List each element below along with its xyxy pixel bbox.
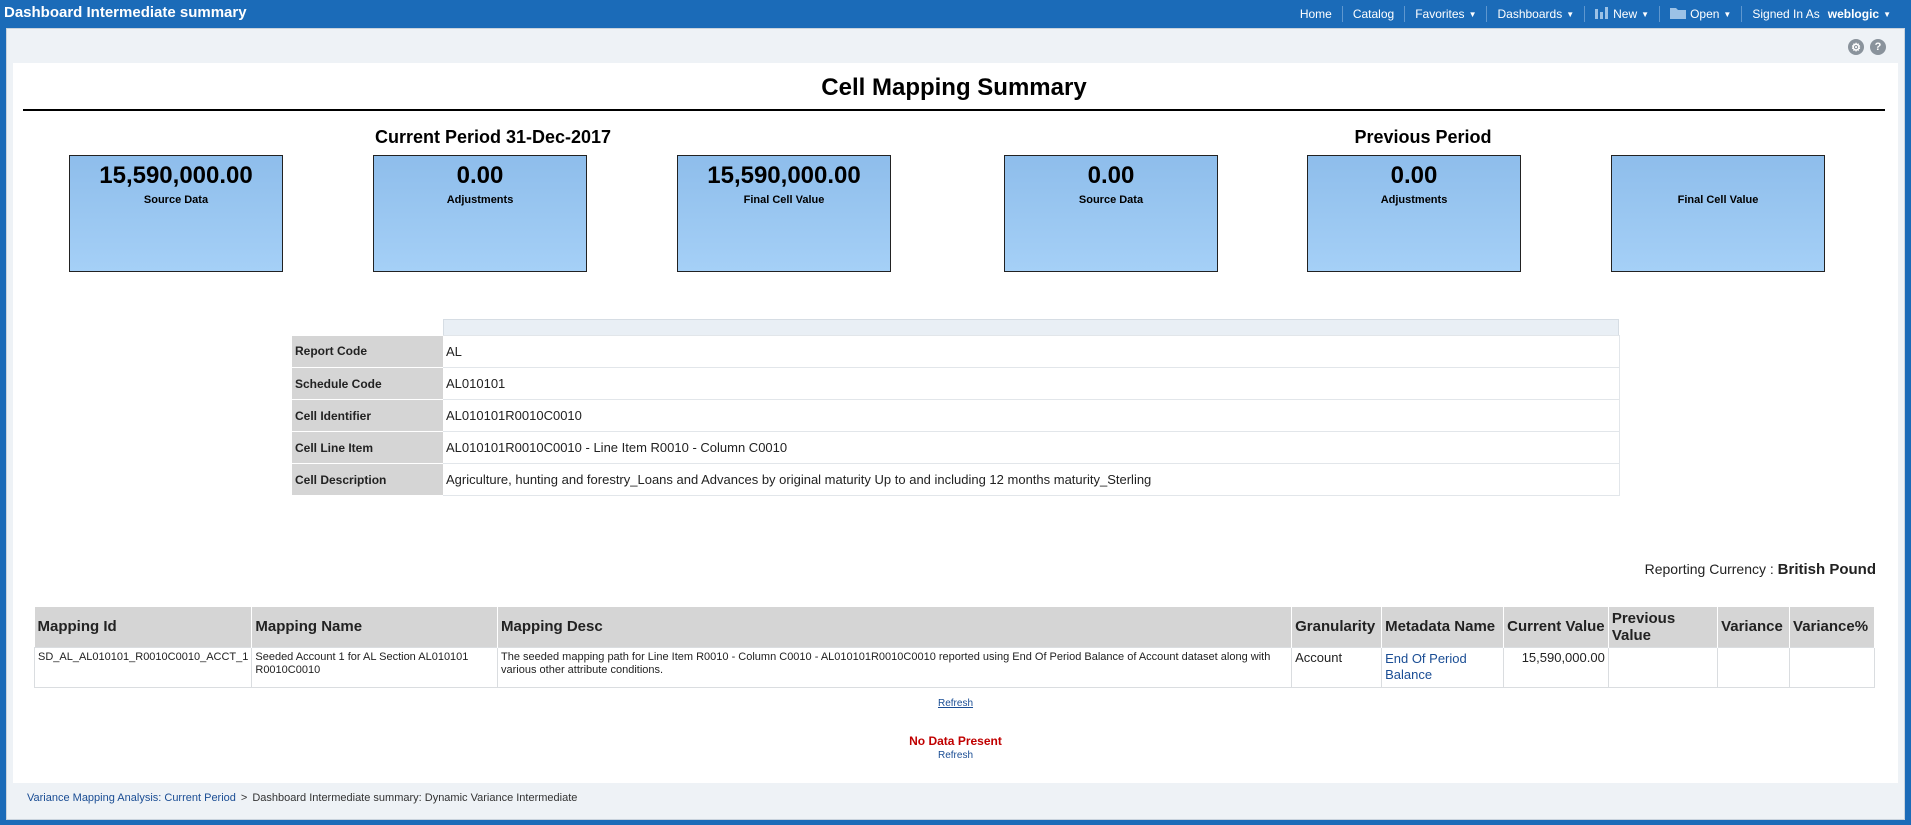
kpi-label: Adjustments [446,194,514,206]
chevron-down-icon: ▼ [1883,9,1891,19]
detail-value: AL010101R0010C0010 - Line Item R0010 - C… [443,431,1620,464]
kpi-value: 15,590,000.00 [707,162,861,189]
page-utility-icons: ⚙ ? [1848,39,1886,55]
column-header-mapping-desc[interactable]: Mapping Desc [497,607,1293,647]
nav-dashboards-label: Dashboards [1497,7,1563,21]
no-data-refresh-link[interactable]: Refresh [938,750,973,761]
detail-value: AL010101 [443,367,1620,400]
kpi-label: Final Cell Value [743,194,825,206]
dashboard-frame: ⚙ ? Cell Mapping Summary Current Period … [6,28,1905,820]
nav-open-menu[interactable]: Open ▼ [1659,6,1741,22]
top-header-bar: Dashboard Intermediate summary Home Cata… [0,0,1911,28]
kpi-label: Source Data [1078,194,1144,206]
detail-row-cell-line-item: Cell Line Item AL010101R0010C0010 - Line… [292,431,1620,464]
reporting-currency-value: British Pound [1777,561,1876,578]
kpi-current-final-cell-value: 15,590,000.00 Final Cell Value [677,155,891,272]
nav-catalog-label: Catalog [1352,7,1395,21]
cell-variance-pct [1789,646,1875,688]
page-title: Cell Mapping Summary [23,63,1885,111]
kpi-current-adjustments: 0.00 Adjustments [373,155,587,272]
nav-catalog-link[interactable]: Catalog [1341,6,1404,22]
signed-in-as-label: Signed In As [1752,7,1820,21]
detail-value: AL [443,335,1620,368]
column-header-metadata-name[interactable]: Metadata Name [1381,607,1505,647]
kpi-value: 15,590,000.00 [99,162,253,189]
detail-label: Schedule Code [292,367,443,400]
folder-icon [1670,7,1687,22]
help-icon[interactable]: ? [1870,39,1886,55]
detail-label: Cell Description [292,463,443,496]
mapping-table: Mapping Id Mapping Name Mapping Desc Gra… [33,607,1875,688]
gear-icon[interactable]: ⚙ [1848,39,1864,55]
nav-favorites-label: Favorites [1415,7,1465,21]
dashboard-content: Cell Mapping Summary Current Period 31-D… [13,63,1898,783]
detail-label: Cell Line Item [292,431,443,464]
app-title: Dashboard Intermediate summary [4,4,247,21]
cell-mapping-id: SD_AL_AL010101_R0010C0010_ACCT_1 [33,646,253,688]
kpi-previous-adjustments: 0.00 Adjustments [1307,155,1521,272]
kpi-value [1612,162,1824,192]
nav-new-menu[interactable]: New ▼ [1584,6,1659,22]
cell-mapping-desc: The seeded mapping path for Line Item R0… [497,646,1293,688]
current-period-title: Current Period 31-Dec-2017 [374,127,612,147]
no-data-message: No Data Present [909,734,1002,748]
kpi-previous-source-data: 0.00 Source Data [1004,155,1218,272]
previous-period-title: Previous Period [1354,127,1492,147]
breadcrumb: Variance Mapping Analysis: Current Perio… [27,792,577,804]
table-row: SD_AL_AL010101_R0010C0010_ACCT_1 Seeded … [33,646,1875,688]
kpi-previous-final-cell-value: Final Cell Value [1611,155,1825,272]
bar-chart-icon [1595,6,1609,22]
detail-row-report-code: Report Code AL [292,335,1620,368]
column-header-current-value[interactable]: Current Value [1503,607,1609,647]
nav-open-label: Open [1690,7,1720,21]
chevron-down-icon: ▼ [1641,9,1650,19]
mapping-header-row: Mapping Id Mapping Name Mapping Desc Gra… [34,607,1875,647]
kpi-label: Adjustments [1380,194,1448,206]
detail-value: Agriculture, hunting and forestry_Loans … [443,463,1620,496]
cell-current-value: 15,590,000.00 [1503,646,1609,688]
reporting-currency-label: Reporting Currency : [1644,561,1774,577]
column-header-previous-value[interactable]: Previous Value [1608,607,1719,647]
nav-new-label: New [1613,7,1638,21]
kpi-value: 0.00 [456,162,504,189]
cell-variance [1717,646,1791,688]
detail-label: Report Code [292,335,443,368]
nav-home-link[interactable]: Home [1290,6,1342,22]
breadcrumb-current: Dashboard Intermediate summary: Dynamic … [252,792,578,804]
cell-mapping-name: Seeded Account 1 for AL Section AL010101… [251,646,499,688]
breadcrumb-link[interactable]: Variance Mapping Analysis: Current Perio… [27,792,236,804]
detail-row-cell-description: Cell Description Agriculture, hunting an… [292,463,1620,496]
kpi-label: Source Data [143,194,209,206]
breadcrumb-separator: > [240,792,248,804]
column-header-variance-pct[interactable]: Variance% [1789,607,1875,647]
mapping-refresh-link[interactable]: Refresh [938,698,973,709]
cell-previous-value [1607,646,1719,688]
detail-table-header [443,319,1619,335]
nav-home-label: Home [1299,7,1332,21]
nav-favorites-menu[interactable]: Favorites ▼ [1404,6,1486,22]
column-header-mapping-name[interactable]: Mapping Name [251,607,499,647]
nav-dashboards-menu[interactable]: Dashboards ▼ [1486,6,1584,22]
kpi-current-source-data: 15,590,000.00 Source Data [69,155,283,272]
detail-label: Cell Identifier [292,399,443,432]
column-header-mapping-id[interactable]: Mapping Id [34,607,253,647]
chevron-down-icon: ▼ [1723,9,1732,19]
username: weblogic [1827,7,1880,21]
cell-metadata-name-link[interactable]: End Of Period Balance [1381,646,1505,688]
detail-row-schedule-code: Schedule Code AL010101 [292,367,1620,400]
top-navigation: Home Catalog Favorites ▼ Dashboards ▼ Ne… [1290,0,1901,28]
signed-in-user-menu[interactable]: Signed In As weblogic ▼ [1741,6,1901,22]
detail-value: AL010101R0010C0010 [443,399,1620,432]
chevron-down-icon: ▼ [1566,9,1575,19]
chevron-down-icon: ▼ [1468,9,1477,19]
detail-row-cell-identifier: Cell Identifier AL010101R0010C0010 [292,399,1620,432]
kpi-value: 0.00 [1390,162,1438,189]
cell-detail-table: Report Code AL Schedule Code AL010101 Ce… [292,335,1620,496]
reporting-currency: Reporting Currency : British Pound [1645,561,1876,578]
cell-granularity: Account [1291,646,1383,688]
kpi-label: Final Cell Value [1677,194,1759,206]
kpi-value: 0.00 [1087,162,1135,189]
column-header-granularity[interactable]: Granularity [1291,607,1383,647]
column-header-variance[interactable]: Variance [1717,607,1791,647]
